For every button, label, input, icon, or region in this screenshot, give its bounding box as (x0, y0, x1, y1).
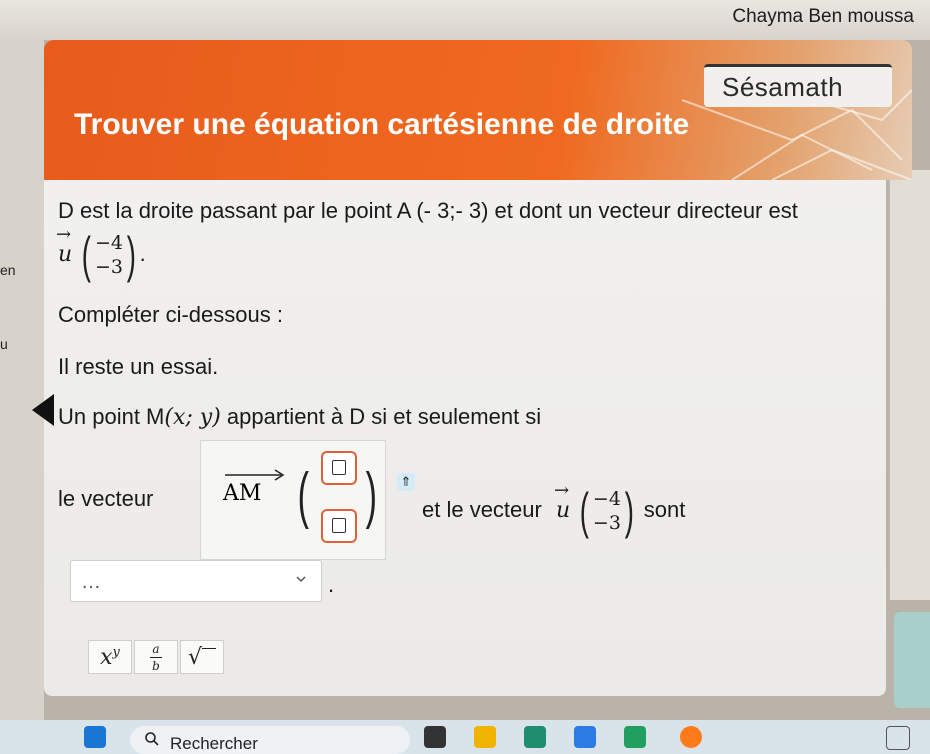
header-decoration (681, 89, 912, 180)
brand-logo: Sésamath (722, 72, 844, 102)
statement-vector-u: u ( −4 −3 ) . (56, 224, 146, 283)
right-panel-tab[interactable] (894, 612, 930, 708)
taskbar: Rechercher (0, 720, 930, 754)
vector-u-x-2: −4 (592, 488, 621, 510)
left-paren: ( (297, 461, 310, 530)
vector-u-column: ( −4 −3 ) (82, 227, 136, 283)
condition-coords: (x; y) (164, 405, 221, 430)
statement-line-1: D est la droite passant par le point A (… (58, 198, 798, 223)
fraction-button[interactable]: a b (134, 640, 178, 674)
am-y-input[interactable] (321, 509, 357, 543)
vector-am-arrow (225, 469, 285, 481)
right-panel (889, 170, 930, 600)
relation-dropdown[interactable]: … (70, 560, 322, 602)
condition-line: Un point M(x; y) appartient à D si et se… (58, 404, 541, 430)
fraction-numerator: a (152, 641, 160, 656)
vector-u-y-2: −3 (592, 512, 621, 534)
vector-am-editor[interactable]: AM ( ) ⇑ (200, 440, 415, 560)
user-name[interactable]: Chayma Ben moussa (732, 6, 914, 28)
am-x-input[interactable] (321, 451, 357, 485)
edge-icon[interactable] (524, 726, 546, 748)
play-icon[interactable] (32, 394, 54, 426)
task-view-icon[interactable] (424, 726, 446, 748)
condition-prefix: Un point M (58, 404, 165, 429)
right-paren: ) (365, 461, 378, 530)
instruction-text: Compléter ci-dessous : (58, 302, 283, 327)
math-toolbar: xy a b √ (88, 640, 226, 674)
top-bar: Chayma Ben moussa (0, 0, 930, 40)
vector-am-label: AM (223, 481, 262, 506)
sont-label: sont (643, 496, 686, 522)
vector-am: AM (223, 469, 285, 506)
sqrt-bar (202, 647, 217, 649)
brand-box: Sésamath (704, 64, 892, 107)
power-exponent: y (112, 644, 120, 660)
fraction-denominator: b (152, 658, 160, 673)
power-base: x (100, 644, 113, 670)
sidebar-label-en: en (0, 262, 16, 278)
power-button[interactable]: xy (88, 640, 132, 674)
attempts-remaining: Il reste un essai. (58, 354, 219, 379)
search-label: Rechercher (170, 734, 258, 753)
left-sidebar: en u (0, 40, 44, 720)
exercise-header: Sésamath Trouver une équation cartésienn… (44, 40, 912, 180)
dropdown-period: . (328, 572, 335, 597)
et-le-vecteur-group: et le vecteur u ( −4 −3 ) sont (422, 480, 686, 539)
search-icon (145, 732, 159, 746)
app-icon[interactable] (624, 726, 646, 748)
statement-period: . (139, 240, 146, 266)
sidebar-label-u: u (0, 336, 8, 352)
exercise-content: D est la droite passant par le point A (… (32, 180, 886, 696)
vector-u-name-2: u (554, 480, 570, 523)
chevron-up-icon[interactable] (850, 726, 872, 748)
page-title: Trouver une équation cartésienne de droi… (74, 108, 690, 141)
chevron-down-icon (296, 576, 306, 583)
store-icon[interactable] (574, 726, 596, 748)
matrix-toggle-icon[interactable]: ⇑ (397, 473, 415, 491)
firefox-icon[interactable] (680, 726, 702, 748)
sqrt-button[interactable]: √ (180, 640, 224, 674)
sqrt-label: √ (187, 644, 203, 670)
vector-u-x: −4 (94, 232, 123, 254)
et-le-vecteur-label: et le vecteur (422, 496, 542, 522)
dropdown-value: … (81, 571, 101, 593)
vector-u-column-2: ( −4 −3 ) (580, 483, 634, 539)
vector-u-y: −3 (94, 256, 123, 278)
start-icon[interactable] (84, 726, 106, 748)
fraction-bar (150, 656, 162, 658)
le-vecteur-label: le vecteur (58, 486, 154, 511)
network-icon[interactable] (886, 726, 910, 750)
file-explorer-icon[interactable] (474, 726, 496, 748)
vector-u-name: u (56, 224, 72, 267)
taskbar-search[interactable]: Rechercher (130, 726, 410, 754)
condition-suffix: appartient à D si et seulement si (220, 404, 542, 429)
